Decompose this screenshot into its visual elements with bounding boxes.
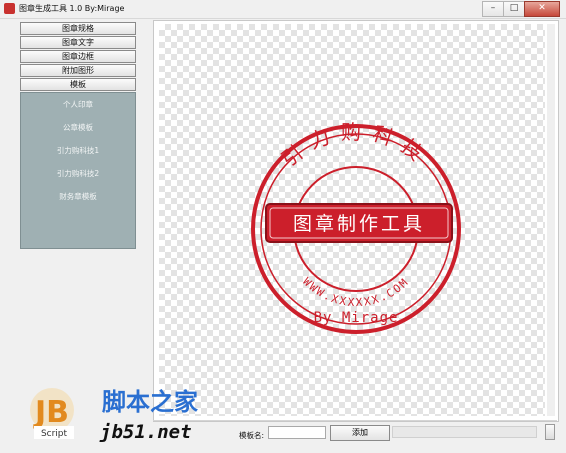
template-name-label: 模板名: <box>239 431 265 440</box>
stamp-url-text: WWW.XXXXXX.COM <box>300 275 412 309</box>
logo-script-text: Script <box>41 429 68 439</box>
stamp-canvas[interactable]: 引力购科技 图章制作工具 WWW.XXXXXX.COM By Mirage <box>159 24 545 416</box>
template-item[interactable]: 财务章模板 <box>21 191 135 214</box>
border-button[interactable]: 图章边框 <box>20 50 136 63</box>
spec-button[interactable]: 图章规格 <box>20 22 136 35</box>
vertical-scrollbar[interactable] <box>547 24 555 416</box>
canvas-frame: 引力购科技 图章制作工具 WWW.XXXXXX.COM By Mirage <box>153 20 559 422</box>
stamp-arc-text: 引力购科技 <box>277 120 435 172</box>
jb-logo-mark: JB <box>33 395 69 430</box>
text-button[interactable]: 图章文字 <box>20 36 136 49</box>
scroll-thumb[interactable] <box>545 424 555 440</box>
template-panel: 个人印章 公章模板 引力购科技1 引力购科技2 财务章模板 <box>20 92 136 249</box>
sidebar: 图章规格 图章文字 图章边框 附加图形 模板 个人印章 公章模板 引力购科技1 … <box>20 22 136 249</box>
template-item[interactable]: 个人印章 <box>21 99 135 122</box>
window-controls: – □ ✕ <box>482 1 560 17</box>
stamp-banner-text: 图章制作工具 <box>293 213 425 235</box>
extra-shape-button[interactable]: 附加图形 <box>20 64 136 77</box>
close-button[interactable]: ✕ <box>524 1 560 17</box>
template-item[interactable]: 引力购科技2 <box>21 168 135 191</box>
horizontal-scrollbar[interactable] <box>392 426 537 438</box>
logo-cn-text: 脚本之家 <box>102 388 198 416</box>
jb51-watermark: JB Script 脚本之家 jb51.net <box>30 388 198 443</box>
stamp-preview: 引力购科技 图章制作工具 WWW.XXXXXX.COM By Mirage <box>251 120 461 334</box>
template-name-input[interactable] <box>268 426 326 439</box>
window-title: 图章生成工具 1.0 By:Mirage <box>19 4 125 13</box>
add-template-button[interactable]: 添加 <box>330 425 390 441</box>
maximize-button[interactable]: □ <box>503 1 525 17</box>
minimize-button[interactable]: – <box>482 1 504 17</box>
template-item[interactable]: 公章模板 <box>21 122 135 145</box>
app-icon <box>4 3 15 14</box>
stamp-signature: By Mirage <box>314 310 399 326</box>
template-item[interactable]: 引力购科技1 <box>21 145 135 168</box>
logo-url: jb51.net <box>99 421 192 443</box>
template-button[interactable]: 模板 <box>20 78 136 91</box>
title-bar: 图章生成工具 1.0 By:Mirage – □ ✕ <box>0 0 566 19</box>
